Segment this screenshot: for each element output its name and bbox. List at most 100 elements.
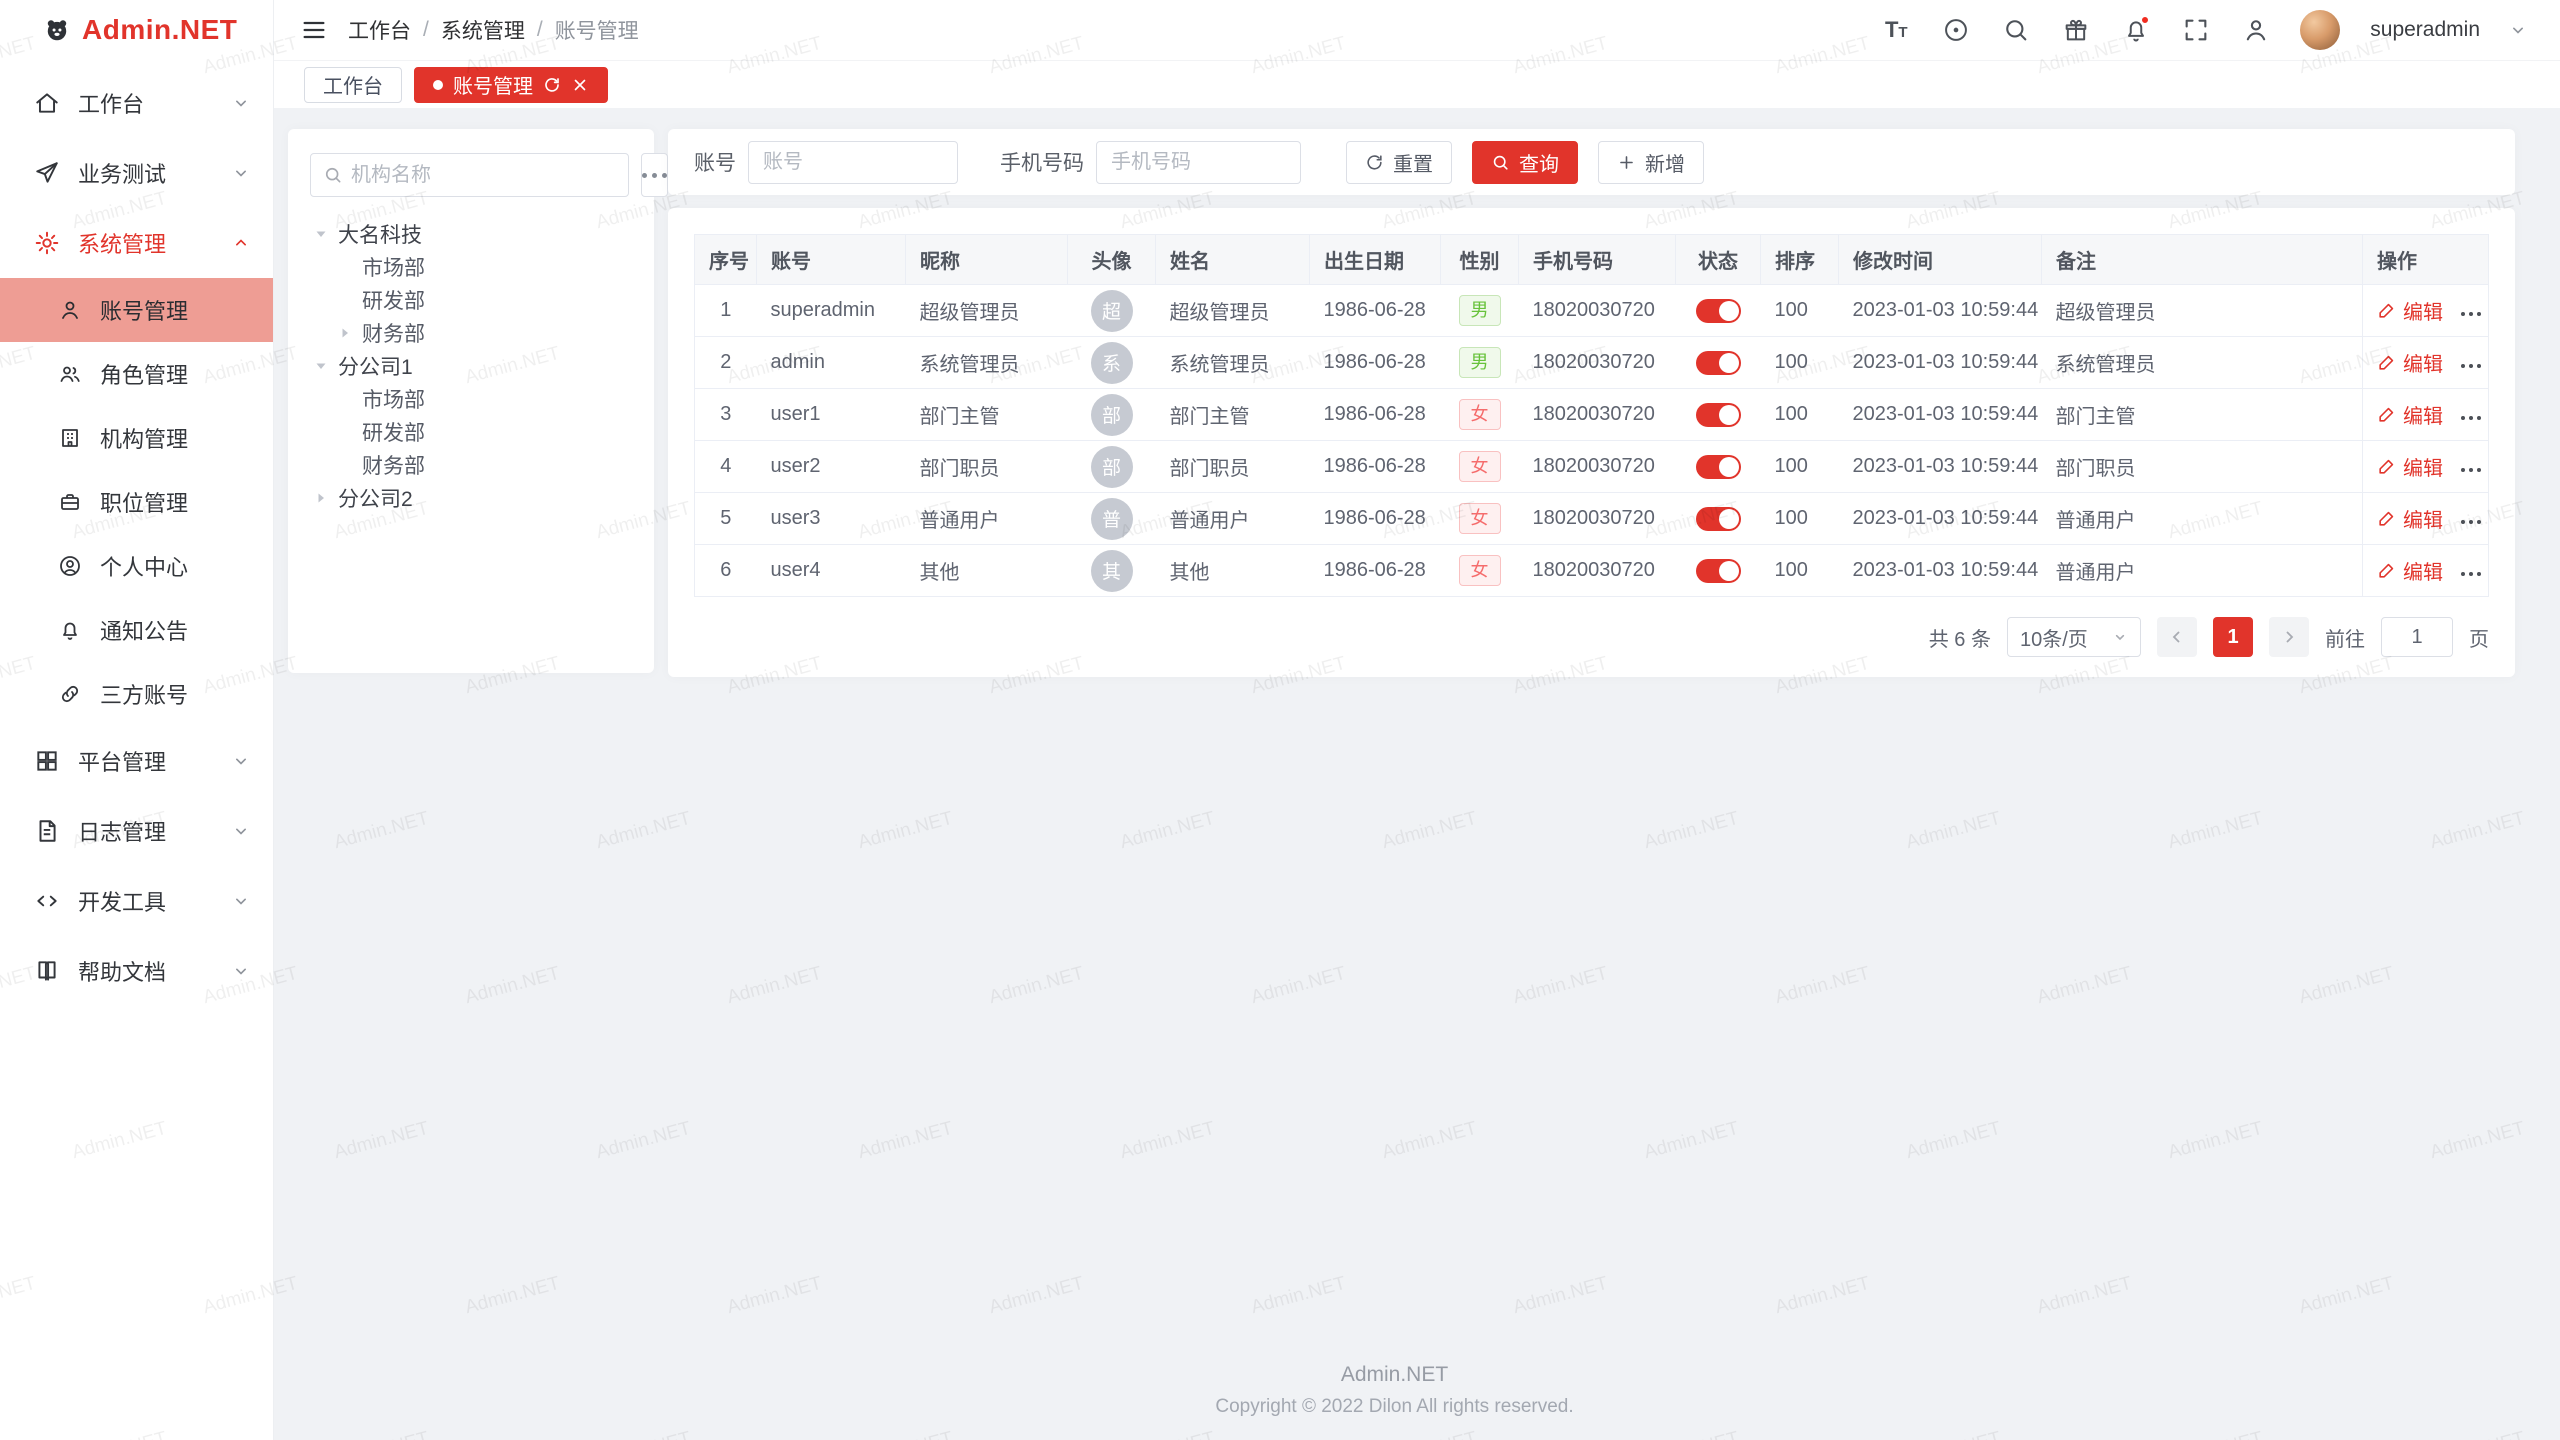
tree-node[interactable]: 大名科技 [310,217,632,250]
search-button[interactable] [2000,14,2032,46]
status-toggle[interactable] [1696,403,1741,427]
next-page-button[interactable] [2269,617,2309,657]
edit-button[interactable]: 编辑 [2377,348,2443,377]
cell-modified: 2023-01-03 10:59:44 [1839,389,2042,441]
username[interactable]: superadmin [2370,18,2480,42]
goto-page-input[interactable] [2381,617,2453,657]
edit-button[interactable]: 编辑 [2377,556,2443,585]
breadcrumb: 工作台 / 系统管理 / 账号管理 [348,15,639,45]
fullscreen-button[interactable] [2180,14,2212,46]
edit-button[interactable]: 编辑 [2377,452,2443,481]
chevron-left-icon [2168,628,2186,646]
tree-node[interactable]: 市场部 [310,250,632,283]
sidebar-item-position-management[interactable]: 职位管理 [0,470,273,534]
more-actions-button[interactable] [2461,468,2481,472]
cell-avatar: 超 [1068,285,1156,337]
sidebar-item-workbench[interactable]: 工作台 [0,68,273,138]
cell-phone: 18020030720 [1519,285,1676,337]
close-icon[interactable] [571,76,589,94]
status-toggle[interactable] [1696,455,1741,479]
caret-right-icon[interactable] [310,487,332,509]
caret-down-icon[interactable] [310,223,332,245]
font-size-button[interactable]: TT [1880,14,1912,46]
status-toggle[interactable] [1696,299,1741,323]
edit-button[interactable]: 编辑 [2377,504,2443,533]
page-number-button[interactable]: 1 [2213,617,2253,657]
caret-down-icon[interactable] [310,355,332,377]
more-actions-button[interactable] [2461,364,2481,368]
profile-button[interactable] [2240,14,2272,46]
sidebar-item-platform-management[interactable]: 平台管理 [0,726,273,796]
notifications-button[interactable] [2120,14,2152,46]
sidebar-item-third-party-account[interactable]: 三方账号 [0,662,273,726]
sidebar-item-org-management[interactable]: 机构管理 [0,406,273,470]
edit-button-label: 编辑 [2403,348,2443,377]
user-avatar[interactable] [2300,10,2340,50]
header-actions: TT [1880,10,2528,50]
chevron-down-icon[interactable] [2508,20,2528,40]
cell-status [1676,545,1761,597]
prev-page-button[interactable] [2157,617,2197,657]
cell-actions: 编辑 [2363,285,2489,337]
tree-node-label: 财务部 [362,318,425,348]
gift-button[interactable] [2060,14,2092,46]
edit-button[interactable]: 编辑 [2377,400,2443,429]
sidebar-item-notice[interactable]: 通知公告 [0,598,273,662]
sidebar-item-personal-center[interactable]: 个人中心 [0,534,273,598]
cell-phone: 18020030720 [1519,441,1676,493]
org-more-button[interactable] [641,153,668,197]
sidebar-item-label: 系统管理 [78,227,213,259]
cell-gender: 男 [1441,337,1519,389]
cell-status [1676,337,1761,389]
status-toggle[interactable] [1696,559,1741,583]
org-search-input[interactable] [351,164,616,187]
table-row: 2 admin 系统管理员 系 系统管理员 1986-06-28 男 18020… [695,337,2489,389]
sidebar-item-account-management[interactable]: 账号管理 [0,278,273,342]
account-input[interactable] [748,141,958,184]
breadcrumb-item[interactable]: 工作台 [348,15,411,45]
page-size-select[interactable]: 10条/页 [2007,617,2141,657]
status-toggle[interactable] [1696,351,1741,375]
more-actions-button[interactable] [2461,312,2481,316]
theme-button[interactable] [1940,14,1972,46]
search-button[interactable]: 查询 [1472,141,1578,184]
breadcrumb-item[interactable]: 系统管理 [441,15,525,45]
refresh-icon [1365,153,1384,172]
sidebar-item-business-test[interactable]: 业务测试 [0,138,273,208]
tab-workbench[interactable]: 工作台 [304,67,402,103]
phone-input[interactable] [1096,141,1301,184]
tree-node[interactable]: 研发部 [310,283,632,316]
tab-account-management[interactable]: 账号管理 [414,67,608,103]
more-actions-button[interactable] [2461,572,2481,576]
cell-name: 其他 [1156,545,1310,597]
query-bar: 账号 手机号码 重置 查询 新增 [668,129,2515,195]
sidebar-item-system-management[interactable]: 系统管理 [0,208,273,278]
org-tree-panel: 大名科技 市场部 研发部 财务部 [288,129,654,673]
caret-spacer [334,388,356,410]
table-row: 3 user1 部门主管 部 部门主管 1986-06-28 女 1802003… [695,389,2489,441]
edit-icon [2377,561,2396,580]
more-actions-button[interactable] [2461,416,2481,420]
cell-order: 100 [1761,441,1839,493]
gender-badge: 男 [1459,295,1501,326]
cell-status [1676,493,1761,545]
logo[interactable]: Admin.NET [0,0,273,60]
sidebar-item-help-docs[interactable]: 帮助文档 [0,936,273,1006]
tree-node[interactable]: 分公司1 [310,349,632,382]
sidebar-item-dev-tools[interactable]: 开发工具 [0,866,273,936]
sidebar-item-role-management[interactable]: 角色管理 [0,342,273,406]
tree-node[interactable]: 市场部 [310,382,632,415]
tree-node[interactable]: 研发部 [310,415,632,448]
hamburger-menu-icon[interactable] [300,16,328,44]
tree-node[interactable]: 财务部 [310,316,632,349]
more-actions-button[interactable] [2461,520,2481,524]
caret-right-icon[interactable] [334,322,356,344]
tree-node[interactable]: 财务部 [310,448,632,481]
refresh-icon[interactable] [543,76,561,94]
status-toggle[interactable] [1696,507,1741,531]
sidebar-item-log-management[interactable]: 日志管理 [0,796,273,866]
edit-button[interactable]: 编辑 [2377,296,2443,325]
reset-button[interactable]: 重置 [1346,141,1452,184]
add-button[interactable]: 新增 [1598,141,1704,184]
tree-node[interactable]: 分公司2 [310,481,632,514]
